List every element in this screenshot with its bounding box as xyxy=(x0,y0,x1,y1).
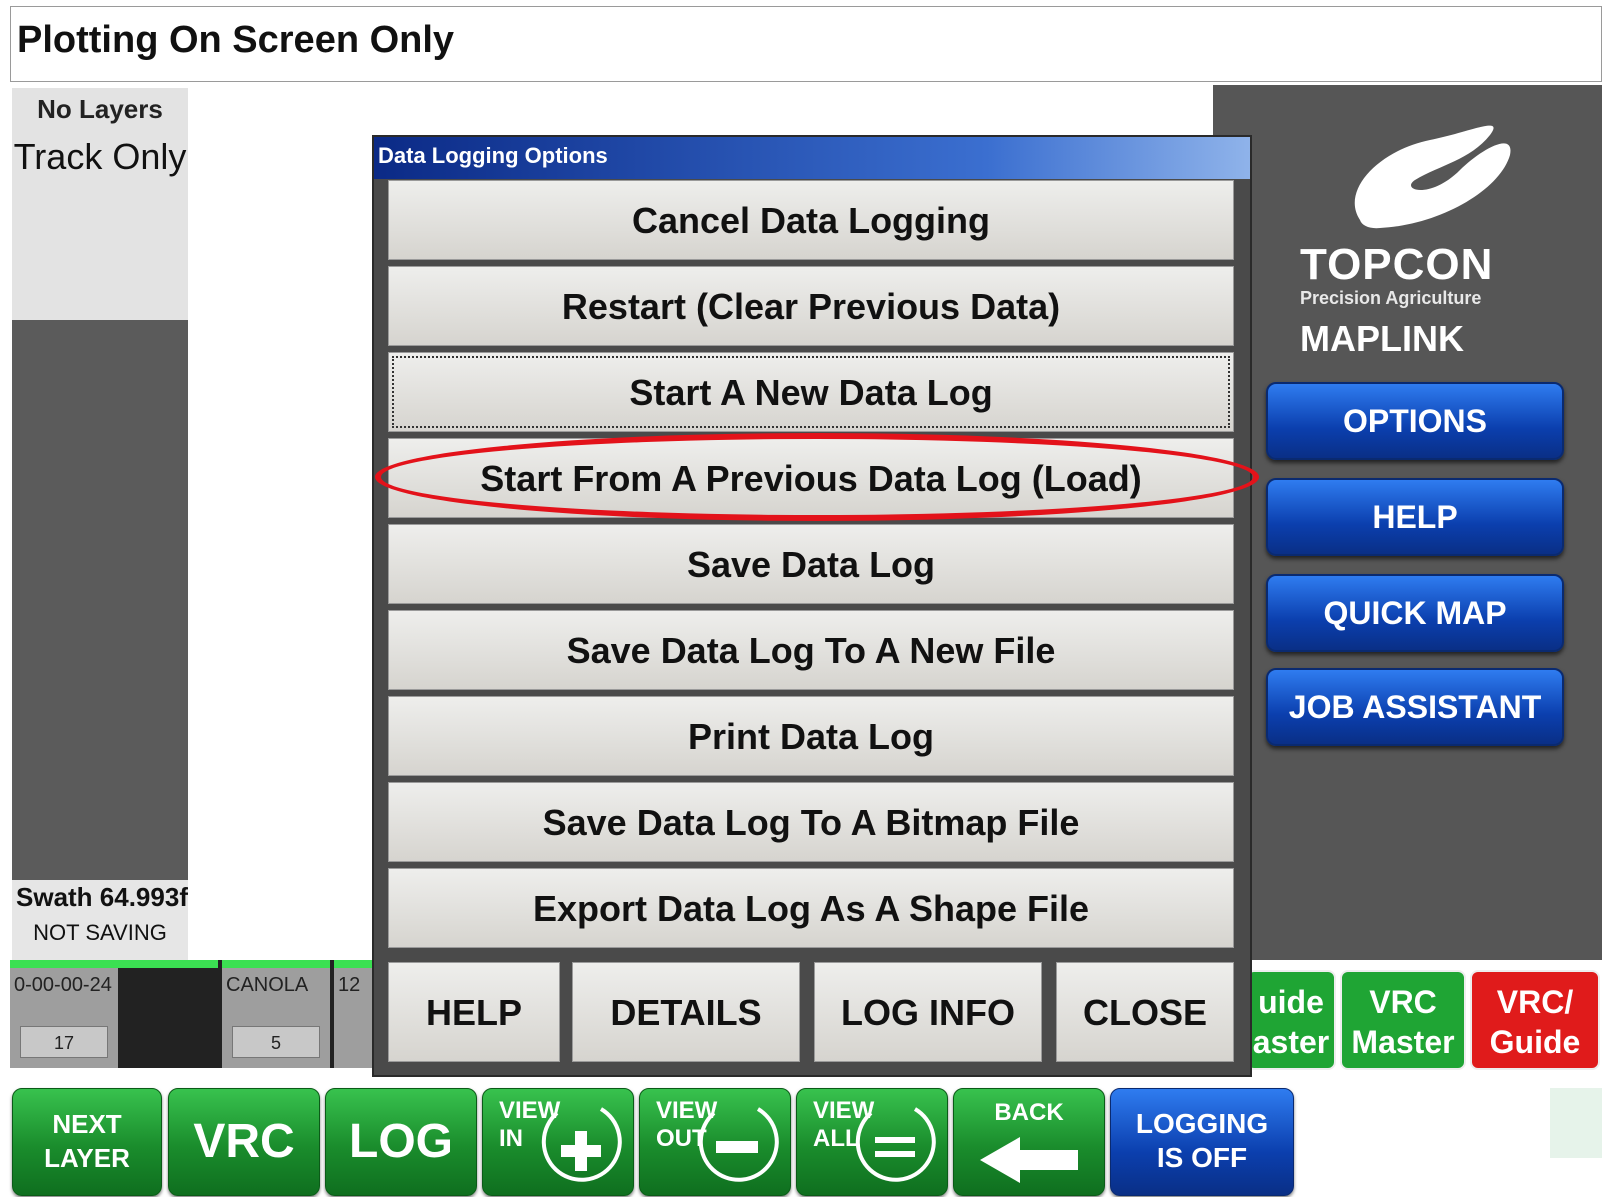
next-layer-line1: NEXT xyxy=(52,1109,122,1139)
next-layer-button[interactable]: NEXT LAYER xyxy=(12,1088,162,1196)
close-button[interactable]: CLOSE xyxy=(1056,962,1234,1062)
back-label: BACK xyxy=(994,1099,1064,1126)
swath-readout: Swath 64.993f xyxy=(12,880,188,914)
dialog-title: Data Logging Options xyxy=(374,137,1250,179)
tile-count: 5 xyxy=(232,1026,320,1058)
vrc-master-line2: Master xyxy=(1351,1024,1455,1060)
view-in-line2: IN xyxy=(499,1125,523,1152)
vrc-guide-line2: Guide xyxy=(1489,1024,1581,1060)
save-bitmap-button[interactable]: Save Data Log To A Bitmap File xyxy=(388,782,1234,862)
log-button[interactable]: LOG xyxy=(325,1088,477,1196)
product-name: MAPLINK xyxy=(1300,318,1464,359)
vrc-button[interactable]: VRC xyxy=(168,1088,320,1196)
tile-label: 0-00-00-24 xyxy=(14,974,112,996)
vrc-master-line1: VRC xyxy=(1369,984,1437,1020)
saving-status: NOT SAVING xyxy=(12,914,188,960)
brand-name: TOPCON xyxy=(1300,240,1494,289)
tile-label: CANOLA xyxy=(226,974,309,996)
status-indicator xyxy=(1550,1088,1602,1158)
view-all-button[interactable]: VIEW ALL xyxy=(796,1088,948,1196)
vrc-guide-line1: VRC/ xyxy=(1496,984,1574,1020)
save-to-new-file-button[interactable]: Save Data Log To A New File xyxy=(388,610,1234,690)
logging-line1: LOGGING xyxy=(1135,1108,1269,1139)
start-new-log-button[interactable]: Start A New Data Log xyxy=(388,352,1234,432)
export-shape-file-button[interactable]: Export Data Log As A Shape File xyxy=(388,868,1234,948)
tile-indicator xyxy=(222,960,330,968)
layer-tile[interactable]: 12 xyxy=(334,960,375,1068)
vrc-master-button[interactable]: VRC Master xyxy=(1340,970,1466,1070)
window-title: Plotting On Screen Only xyxy=(10,6,1602,82)
cancel-data-logging-button[interactable]: Cancel Data Logging xyxy=(388,180,1234,260)
track-label: Track Only xyxy=(13,136,187,177)
tile-indicator xyxy=(10,960,118,968)
save-data-log-button[interactable]: Save Data Log xyxy=(388,524,1234,604)
brand-subtitle: Precision Agriculture xyxy=(1300,288,1482,308)
dialog-help-button[interactable]: HELP xyxy=(388,962,560,1062)
legend-area xyxy=(12,320,188,880)
topcon-logo-icon xyxy=(1354,125,1511,229)
back-button[interactable]: BACK xyxy=(953,1088,1105,1196)
layer-tile[interactable]: 0-00-00-24 17 xyxy=(10,960,118,1068)
logging-line2: IS OFF xyxy=(1156,1142,1248,1173)
layer-strip: 0-00-00-24 17 CANOLA 5 12 xyxy=(10,960,375,1068)
layer-tile[interactable]: CANOLA 5 xyxy=(222,960,330,1068)
view-out-button[interactable]: VIEW OUT xyxy=(639,1088,791,1196)
restart-button[interactable]: Restart (Clear Previous Data) xyxy=(388,266,1234,346)
print-data-log-button[interactable]: Print Data Log xyxy=(388,696,1234,776)
next-layer-line2: LAYER xyxy=(44,1143,130,1173)
tile-label: 12 xyxy=(338,974,361,996)
zoom-in-icon xyxy=(541,1107,622,1182)
help-button[interactable]: HELP xyxy=(1266,478,1564,556)
view-all-icon xyxy=(855,1107,936,1182)
quick-map-button[interactable]: QUICK MAP xyxy=(1266,574,1564,652)
guide-label-line2: aster xyxy=(1252,1024,1330,1060)
view-in-button[interactable]: VIEW IN xyxy=(482,1088,634,1196)
tile-indicator xyxy=(118,960,218,968)
zoom-out-icon xyxy=(698,1107,779,1182)
back-arrow-icon xyxy=(980,1137,1078,1183)
options-button[interactable]: OPTIONS xyxy=(1266,382,1564,460)
guide-master-button[interactable]: uide aster xyxy=(1246,970,1336,1070)
logging-status-button[interactable]: LOGGING IS OFF xyxy=(1110,1088,1294,1196)
vrc-guide-button[interactable]: VRC/ Guide xyxy=(1470,970,1600,1070)
layers-label: No Layers xyxy=(37,94,163,124)
details-button[interactable]: DETAILS xyxy=(572,962,800,1062)
tile-indicator xyxy=(334,960,375,968)
job-assistant-button[interactable]: JOB ASSISTANT xyxy=(1266,668,1564,746)
highlight-ellipse xyxy=(375,433,1259,521)
guide-label-line1: uide xyxy=(1258,984,1324,1020)
tile-count: 17 xyxy=(20,1026,108,1058)
log-info-button[interactable]: LOG INFO xyxy=(814,962,1042,1062)
